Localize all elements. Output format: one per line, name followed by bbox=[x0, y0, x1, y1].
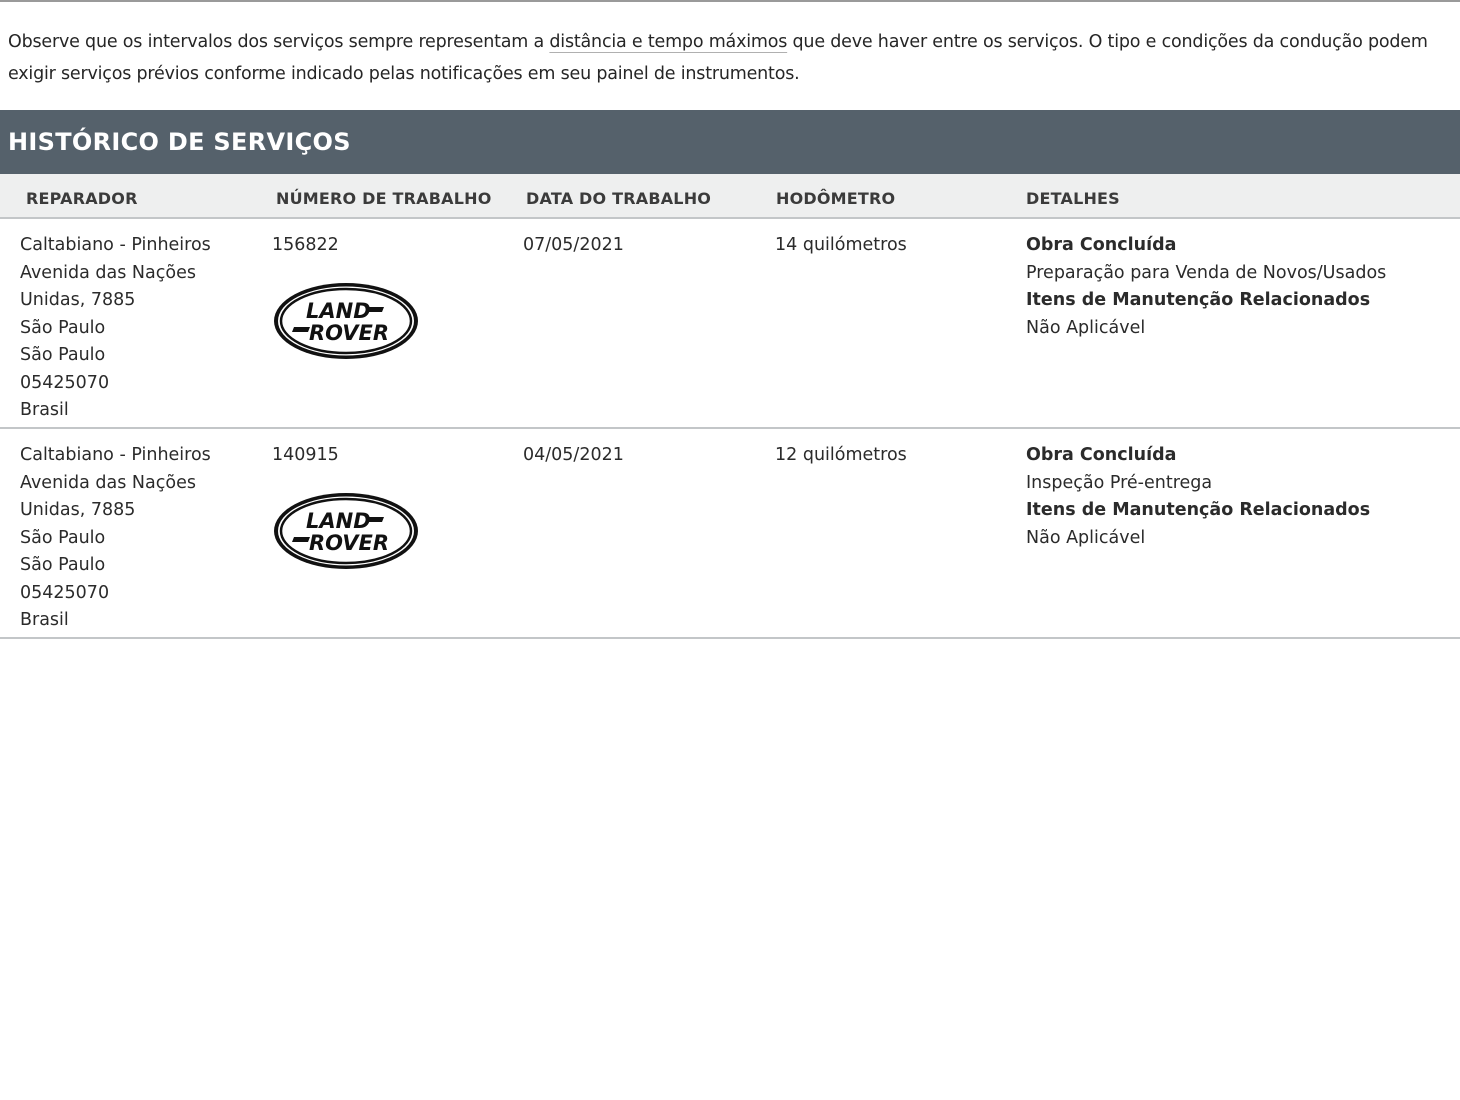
repairer-cell: Caltabiano - Pinheiros Avenida das Naçõe… bbox=[20, 442, 211, 635]
odometer-cell: 14 quilómetros bbox=[775, 232, 907, 260]
work-status-label: Obra Concluída bbox=[1026, 235, 1177, 255]
related-items-value: Não Aplicável bbox=[1026, 317, 1146, 338]
column-header-repairer: REPARADOR bbox=[26, 189, 138, 208]
table-row: Caltabiano - Pinheiros Avenida das Naçõe… bbox=[0, 429, 1460, 639]
land-rover-logo: LAND ROVER bbox=[274, 493, 418, 569]
table-row: Caltabiano - Pinheiros Avenida das Naçõe… bbox=[0, 219, 1460, 429]
related-items-value: Não Aplicável bbox=[1026, 527, 1146, 548]
repairer-name: Caltabiano - Pinheiros bbox=[20, 445, 211, 465]
column-header-odometer: HODÔMETRO bbox=[776, 189, 896, 208]
service-history-header: HISTÓRICO DE SERVIÇOS bbox=[0, 110, 1460, 174]
repairer-state: São Paulo bbox=[20, 555, 106, 575]
repairer-postcode: 05425070 bbox=[20, 372, 110, 393]
logo-text-rover: ROVER bbox=[309, 531, 389, 555]
details-cell: Obra Concluída Preparação para Venda de … bbox=[1026, 232, 1386, 342]
section-title: HISTÓRICO DE SERVIÇOS bbox=[8, 128, 351, 156]
odometer-cell: 12 quilómetros bbox=[775, 442, 907, 470]
details-cell: Obra Concluída Inspeção Pré-entrega Iten… bbox=[1026, 442, 1370, 552]
repairer-cell: Caltabiano - Pinheiros Avenida das Naçõe… bbox=[20, 232, 211, 425]
odometer-value: 12 quilómetros bbox=[775, 445, 907, 465]
work-status-value: Inspeção Pré-entrega bbox=[1026, 472, 1213, 493]
repairer-address-line: Unidas, 7885 bbox=[20, 500, 136, 520]
column-header-job-number: NÚMERO DE TRABALHO bbox=[276, 189, 492, 208]
related-items-label: Itens de Manutenção Relacionados bbox=[1026, 290, 1371, 310]
repairer-state: São Paulo bbox=[20, 345, 106, 365]
odometer-value: 14 quilómetros bbox=[775, 235, 907, 255]
job-number: 156822 bbox=[272, 235, 339, 255]
repairer-address-line: Avenida das Nações bbox=[20, 472, 196, 493]
column-header-details: DETALHES bbox=[1026, 189, 1120, 208]
job-date: 07/05/2021 bbox=[523, 235, 624, 255]
job-number-cell: 140915 bbox=[272, 442, 339, 470]
table-header: REPARADOR NÚMERO DE TRABALHO DATA DO TRA… bbox=[0, 174, 1460, 219]
job-number: 140915 bbox=[272, 445, 339, 465]
related-items-label: Itens de Manutenção Relacionados bbox=[1026, 500, 1371, 520]
work-status-label: Obra Concluída bbox=[1026, 445, 1177, 465]
work-status-value: Preparação para Venda de Novos/Usados bbox=[1026, 262, 1387, 283]
repairer-city: São Paulo bbox=[20, 317, 106, 338]
repairer-address-line: Avenida das Nações bbox=[20, 262, 196, 283]
repairer-address-line: Unidas, 7885 bbox=[20, 290, 136, 310]
repairer-postcode: 05425070 bbox=[20, 582, 110, 603]
land-rover-logo: LAND ROVER bbox=[274, 283, 418, 359]
service-interval-notice: Observe que os intervalos dos serviços s… bbox=[8, 26, 1452, 90]
repairer-name: Caltabiano - Pinheiros bbox=[20, 235, 211, 255]
job-date-cell: 04/05/2021 bbox=[523, 442, 624, 470]
logo-text-rover: ROVER bbox=[309, 321, 389, 345]
logo-text-land: LAND bbox=[306, 509, 371, 533]
logo-text-land: LAND bbox=[306, 299, 371, 323]
job-number-cell: 156822 bbox=[272, 232, 339, 260]
top-divider bbox=[0, 0, 1460, 2]
repairer-country: Brasil bbox=[20, 610, 69, 630]
job-date-cell: 07/05/2021 bbox=[523, 232, 624, 260]
max-distance-time-link[interactable]: distância e tempo máximos bbox=[549, 32, 787, 52]
repairer-city: São Paulo bbox=[20, 527, 106, 548]
notice-text-start: Observe que os intervalos dos serviços s… bbox=[8, 32, 550, 52]
repairer-country: Brasil bbox=[20, 400, 69, 420]
job-date: 04/05/2021 bbox=[523, 445, 624, 465]
column-header-job-date: DATA DO TRABALHO bbox=[526, 189, 712, 208]
